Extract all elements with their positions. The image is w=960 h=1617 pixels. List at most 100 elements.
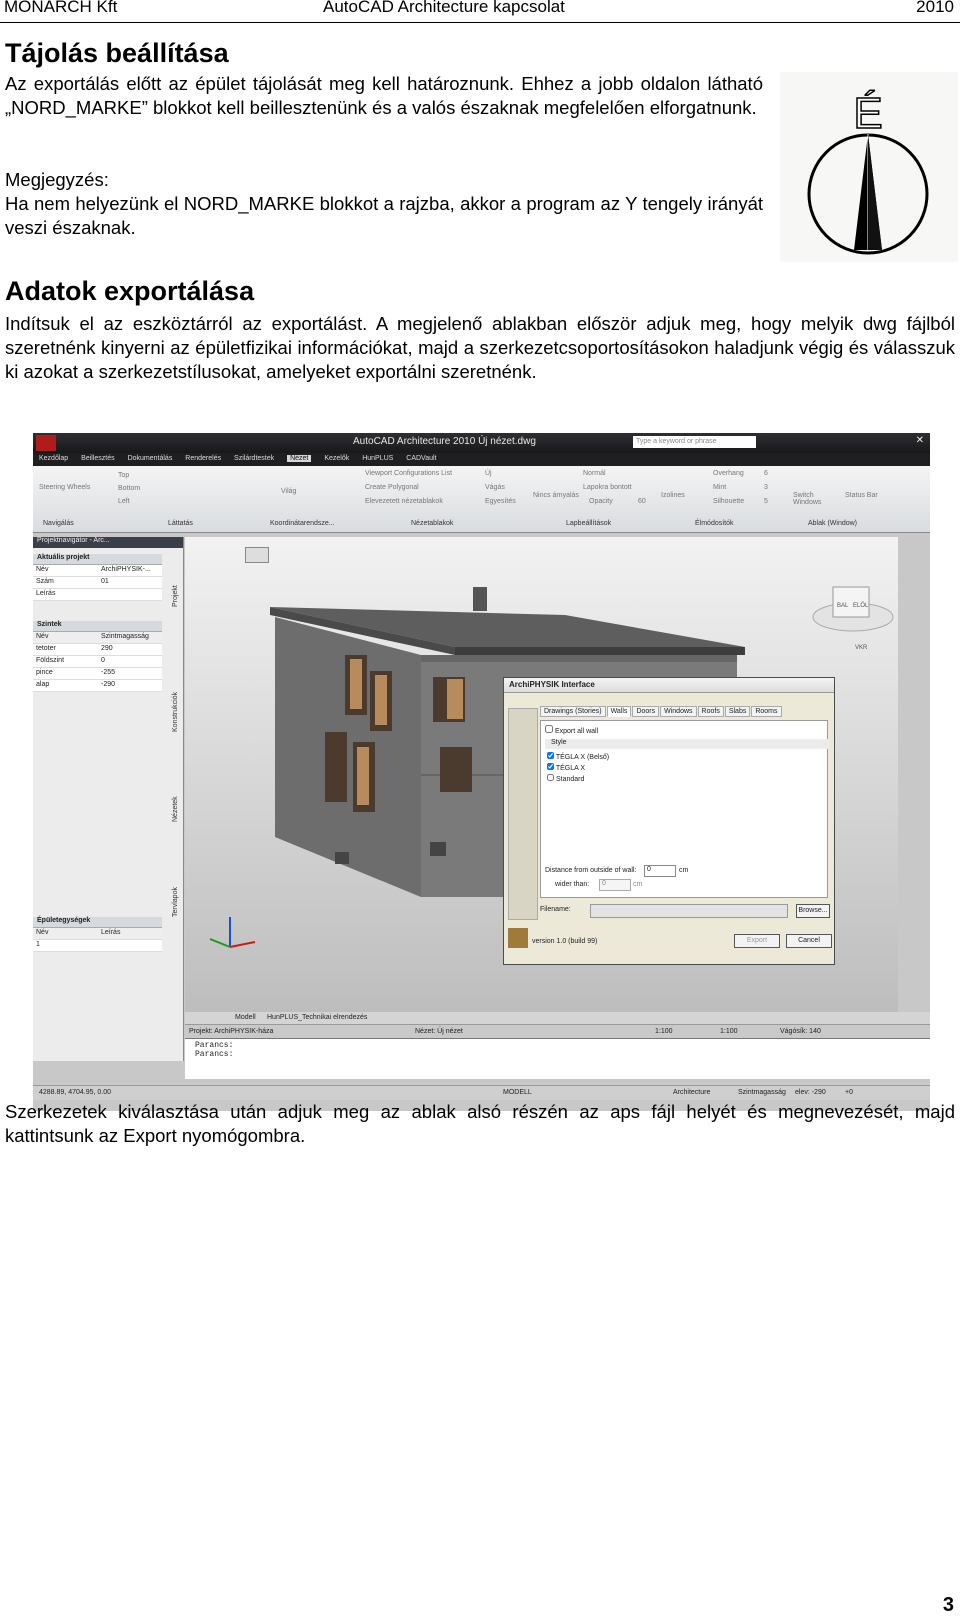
list-item[interactable]: TÉGLA X xyxy=(547,763,609,774)
side-tab-tervlapok[interactable]: Tervlapok xyxy=(172,887,179,917)
table-row[interactable]: 1 xyxy=(33,940,162,952)
table-row[interactable]: pince -255 xyxy=(33,668,162,680)
switch-windows-button[interactable]: Switch Windows xyxy=(793,492,827,506)
normal-dropdown[interactable]: Normál xyxy=(583,470,606,477)
group-lattatas: Láttatás xyxy=(168,520,193,527)
filename-input[interactable] xyxy=(590,904,788,918)
status-scale-2[interactable]: 1:100 xyxy=(720,1028,738,1035)
tab-rendereles[interactable]: Renderelés xyxy=(185,455,221,462)
view-left-item[interactable]: Left xyxy=(118,498,130,505)
clip-button[interactable]: Vágás xyxy=(485,484,505,491)
group-navigalas: Navigálás xyxy=(43,520,74,527)
tab-roofs[interactable]: Roofs xyxy=(697,706,724,717)
ribbon-panel: Steering Wheels Top Bottom Left Világ Vi… xyxy=(33,466,930,533)
faceted-dropdown[interactable]: Lapokra bontott xyxy=(583,484,632,491)
browse-button[interactable]: Browse... xyxy=(796,904,830,918)
command-line[interactable]: Parancs: Parancs: xyxy=(185,1038,930,1079)
final-paragraph: Szerkezetek kiválasztása után adjuk meg … xyxy=(5,1101,955,1146)
tab-dokumentalas[interactable]: Dokumentálás xyxy=(128,455,173,462)
page-number: 3 xyxy=(942,1594,954,1616)
application-status-bar: 4288.89, 4704.95, 0.00 MODELL Architectu… xyxy=(33,1085,930,1100)
side-tab-projekt[interactable]: Projekt xyxy=(172,585,179,607)
dialog-tabs: Drawings (Stories) Walls Doors Windows Roofs… xyxy=(540,706,830,718)
side-tab-konstrukciok[interactable]: Konstrukciók xyxy=(172,692,179,732)
cancel-button[interactable]: Cancel xyxy=(786,934,832,948)
level-indicator[interactable]: Szintmagasság xyxy=(738,1089,786,1096)
export-all-checkbox[interactable] xyxy=(545,725,553,733)
table-row[interactable]: Leírás xyxy=(33,589,162,601)
side-tab-nezetek[interactable]: Nézetek xyxy=(172,796,179,822)
tab-hunplus[interactable]: HunPLUS xyxy=(362,455,393,462)
tab-windows[interactable]: Windows xyxy=(660,706,697,717)
header-year: 2010 xyxy=(916,0,954,16)
project-navigator-panel: Projektnavigátor - Arc... Aktuális proje… xyxy=(33,537,184,1061)
viewcube-front: ELŐL xyxy=(853,602,869,609)
ribbon-tabs: Kezdőlap Beillesztés Dokumentálás Render… xyxy=(33,453,930,466)
tab-hunplus-layout[interactable]: HunPLUS_Technikai elrendezés xyxy=(267,1014,367,1021)
tab-beillesztes[interactable]: Beillesztés xyxy=(81,455,114,462)
tab-drawings[interactable]: Drawings (Stories) xyxy=(540,706,606,717)
no-shading-button[interactable]: Nincs árnyalás xyxy=(533,492,579,499)
section-title-export: Adatok exportálása xyxy=(5,276,255,306)
tab-cadvault[interactable]: CADVault xyxy=(406,455,436,462)
tab-szilardtestek[interactable]: Szilárdtestek xyxy=(234,455,274,462)
tab-doors[interactable]: Doors xyxy=(632,706,660,717)
panel-title: Projektnavigátor - Arc... xyxy=(33,537,183,548)
app-logo-icon[interactable] xyxy=(36,435,56,451)
header-company: MONARCH Kft xyxy=(4,0,118,16)
tab-walls[interactable]: Walls xyxy=(606,706,632,717)
create-polygonal-button[interactable]: Create Polygonal xyxy=(365,484,419,491)
minimize-view-icon[interactable] xyxy=(245,547,269,563)
jitter-field[interactable]: Mint xyxy=(713,484,726,491)
tab-rooms[interactable]: Rooms xyxy=(751,706,782,717)
table-row[interactable]: Földszint 0 xyxy=(33,656,162,668)
new-viewport-button[interactable]: Új xyxy=(485,470,492,477)
status-project: Projekt: ArchiPHYSIK-háza xyxy=(189,1028,274,1035)
walls-tab-content: Export all wall Style TÉGLA X (Belső) TÉ… xyxy=(540,720,829,898)
view-top-item[interactable]: Top xyxy=(118,472,129,479)
section-current-project: Aktuális projekt xyxy=(33,554,162,565)
tab-model[interactable]: Modell xyxy=(235,1014,256,1021)
note-text: Ha nem helyezünk el NORD_MARKE blokkot a… xyxy=(5,193,763,238)
view-bottom-item[interactable]: Bottom xyxy=(118,485,140,492)
status-bar-button[interactable]: Status Bar xyxy=(845,492,879,499)
architecture-workspace[interactable]: Architecture xyxy=(673,1089,710,1096)
join-button[interactable]: Egyesítés xyxy=(485,498,516,505)
style-header: Style xyxy=(545,739,829,749)
table-row[interactable]: alap -290 xyxy=(33,680,162,692)
overhang-field[interactable]: Overhang xyxy=(713,470,744,477)
status-cut-plane[interactable]: Vágósík: 140 xyxy=(780,1028,821,1035)
list-item[interactable]: TÉGLA X (Belső) xyxy=(547,752,609,763)
close-icon[interactable]: ✕ xyxy=(916,435,924,446)
named-viewports-button[interactable]: Elevezetett nézetablakok xyxy=(365,498,443,505)
drawing-status-row: Projekt: ArchiPHYSIK-háza Nézet: Új néze… xyxy=(185,1024,930,1039)
list-item[interactable]: Standard xyxy=(547,774,609,785)
search-input[interactable]: Type a keyword or phrase xyxy=(633,436,756,448)
status-scale-1[interactable]: 1:100 xyxy=(655,1028,673,1035)
silhouette-field[interactable]: Silhouette xyxy=(713,498,744,505)
export-button[interactable]: Export xyxy=(734,934,780,948)
model-space-toggle[interactable]: MODELL xyxy=(503,1089,532,1096)
elevation-value: elev: -290 xyxy=(795,1089,826,1096)
viewcube-left: BAL xyxy=(837,603,849,609)
jitter-value: 3 xyxy=(764,484,768,491)
tab-slabs[interactable]: Slabs xyxy=(724,706,751,717)
export-all-label: Export all wall xyxy=(554,728,599,735)
compass-letter: É xyxy=(853,89,882,138)
distance-input[interactable]: 0 xyxy=(644,865,676,877)
table-row[interactable]: tetoter 290 xyxy=(33,644,162,656)
tab-kezelok[interactable]: Kezelők xyxy=(324,455,349,462)
archiphysik-dialog: ArchiPHYSIK Interface Drawings (Stories)… xyxy=(503,677,835,965)
tab-kezdolap[interactable]: Kezdőlap xyxy=(39,455,68,462)
category-icon-strip[interactable] xyxy=(508,708,538,920)
table-row[interactable]: Név ArchiPHYSIK-... xyxy=(33,565,162,577)
opacity-slider[interactable]: Opacity xyxy=(589,498,613,505)
table-row[interactable]: Szám 01 xyxy=(33,577,162,589)
tab-nezet[interactable]: Nézet xyxy=(287,455,312,462)
world-button[interactable]: Világ xyxy=(281,488,296,495)
viewport-config-dropdown[interactable]: Viewport Configurations List xyxy=(365,470,452,477)
steering-wheels-button[interactable]: Steering Wheels xyxy=(39,484,90,491)
overhang-value: 6 xyxy=(764,470,768,477)
wider-input[interactable]: 0 xyxy=(599,879,631,891)
isolines-button[interactable]: Izolines xyxy=(661,492,685,499)
